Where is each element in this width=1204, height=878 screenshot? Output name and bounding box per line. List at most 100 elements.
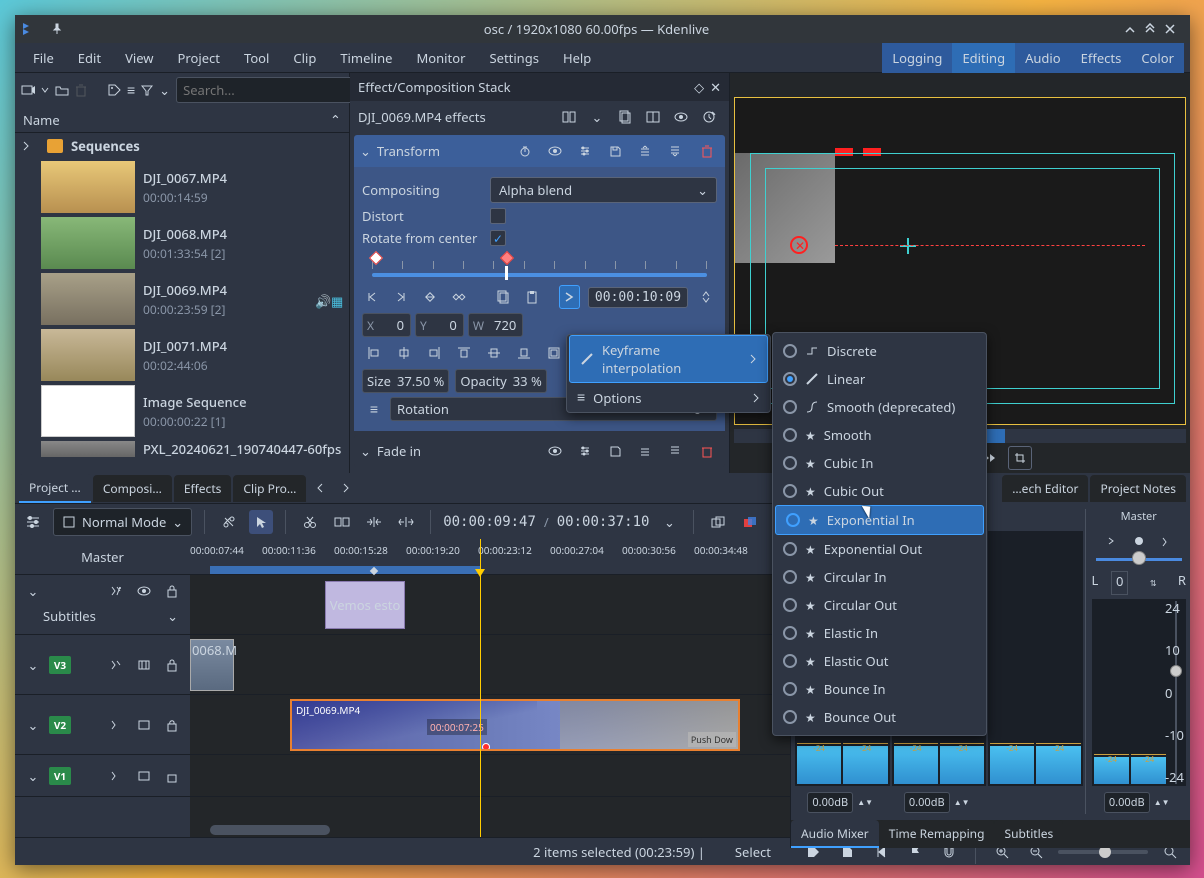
pin-icon[interactable] xyxy=(45,17,69,41)
align-left-icon[interactable] xyxy=(362,341,386,365)
align-bottom-icon[interactable] xyxy=(512,341,536,365)
tab-project-notes[interactable]: Project Notes xyxy=(1090,475,1186,502)
rotate-center-checkbox[interactable] xyxy=(490,230,506,246)
size-field[interactable]: Size 37.50 % xyxy=(362,369,449,393)
w-field[interactable]: W720 xyxy=(468,313,523,337)
move-down-icon[interactable] xyxy=(663,439,687,463)
align-hcenter-icon[interactable] xyxy=(392,341,416,365)
subtitle-clip[interactable]: Vemos esto xyxy=(325,581,405,629)
move-up-icon[interactable] xyxy=(633,439,657,463)
v3-badge[interactable]: V3 xyxy=(49,656,71,674)
db-spinner[interactable]: ▲▼ xyxy=(853,790,877,814)
layout-color[interactable]: Color xyxy=(1131,43,1184,73)
layout-logging[interactable]: Logging xyxy=(882,43,952,73)
pan-slider[interactable] xyxy=(1092,551,1187,569)
interp-circular-out[interactable]: Circular Out xyxy=(773,591,986,619)
transition-label[interactable]: Push Dow xyxy=(688,732,736,747)
add-folder-button[interactable] xyxy=(55,78,69,102)
spacer-in-icon[interactable] xyxy=(362,510,386,534)
track-header-master[interactable]: Master xyxy=(15,539,190,575)
interp-smooth[interactable]: Smooth xyxy=(773,421,986,449)
mix-icon[interactable] xyxy=(330,510,354,534)
tab-project-bin[interactable]: Project … xyxy=(19,474,91,503)
close-button[interactable] xyxy=(1164,23,1184,35)
film-icon[interactable] xyxy=(132,713,156,737)
zoom-slider[interactable] xyxy=(1058,850,1148,854)
menu-project[interactable]: Project xyxy=(166,45,232,71)
interp-elastic-out[interactable]: Elastic Out xyxy=(773,647,986,675)
crop-button[interactable] xyxy=(1008,446,1032,470)
color-overlay-icon[interactable] xyxy=(738,510,762,534)
interp-bounce-in[interactable]: Bounce In xyxy=(773,675,986,703)
tab-compositions[interactable]: Composi… xyxy=(93,475,172,502)
delete-effect-icon[interactable] xyxy=(695,439,719,463)
fx-icon[interactable] xyxy=(104,713,128,737)
overlay-icon[interactable] xyxy=(706,510,730,534)
interp-discrete[interactable]: Discrete xyxy=(773,337,986,365)
delete-clip-button[interactable] xyxy=(75,78,87,102)
add-clip-button[interactable] xyxy=(21,78,35,102)
distort-checkbox[interactable] xyxy=(490,208,506,224)
channel-fx-icon[interactable] xyxy=(1154,529,1178,553)
interp-cubic-in[interactable]: Cubic In xyxy=(773,449,986,477)
fx-icon[interactable] xyxy=(104,579,128,603)
interp-linear[interactable]: Linear xyxy=(773,365,986,393)
fadein-header[interactable]: ⌄ Fade in xyxy=(354,435,725,467)
timeline-playhead[interactable] xyxy=(480,539,481,837)
save-effect-icon[interactable] xyxy=(603,439,627,463)
fit-icon[interactable] xyxy=(542,341,566,365)
kf-timecode[interactable]: 00:00:10:09 xyxy=(588,287,688,308)
menu-clip[interactable]: Clip xyxy=(281,45,328,71)
remove-kf-button[interactable] xyxy=(420,285,441,309)
tab-effects[interactable]: Effects xyxy=(174,475,232,502)
film-icon[interactable] xyxy=(132,764,156,788)
fx-icon[interactable] xyxy=(104,653,128,677)
close-panel-icon[interactable]: ✕ xyxy=(710,78,721,96)
timecode-spinner[interactable] xyxy=(696,285,717,309)
bin-item[interactable]: Image Sequence 00:00:00:22 [1] xyxy=(15,383,349,439)
db-field[interactable]: 0.00dB xyxy=(807,792,853,813)
adjust-icon[interactable] xyxy=(573,439,597,463)
remove-all-kf-button[interactable] xyxy=(449,285,470,309)
channel-expand-icon[interactable] xyxy=(1100,529,1124,553)
interp-exponential-out[interactable]: Exponential Out xyxy=(773,535,986,563)
channel-mono-icon[interactable] xyxy=(1127,529,1151,553)
select-tool-icon[interactable] xyxy=(249,510,273,534)
timeline-current-tc[interactable]: 00:00:09:47 xyxy=(443,514,536,530)
menu-monitor[interactable]: Monitor xyxy=(404,45,477,71)
x-field[interactable]: X0 xyxy=(362,313,411,337)
split-view-icon[interactable] xyxy=(557,105,581,129)
rotation-menu-icon[interactable] xyxy=(362,397,386,421)
transform-header[interactable]: ⌄ Transform xyxy=(354,135,725,167)
bin-item[interactable]: PXL_20240621_190740447-60fps xyxy=(15,439,349,459)
detach-icon[interactable]: ◇ xyxy=(694,78,704,96)
db-spinner[interactable]: ▲▼ xyxy=(1150,790,1174,814)
interp-smooth-deprecated[interactable]: Smooth (deprecated) xyxy=(773,393,986,421)
adjust-icon[interactable] xyxy=(573,139,597,163)
tab-subtitles[interactable]: Subtitles xyxy=(994,820,1063,848)
expand-track-icon[interactable] xyxy=(21,713,45,737)
clip-v3[interactable]: 0068.M xyxy=(190,639,234,691)
expand-track-icon[interactable] xyxy=(21,579,45,603)
clip-v2[interactable]: DJI_0069.MP4 00:00:07:25 Push Dow xyxy=(290,699,740,751)
timeline-settings-icon[interactable] xyxy=(21,510,45,534)
v2-badge[interactable]: V2 xyxy=(49,716,71,734)
menu-file[interactable]: File xyxy=(21,45,66,71)
copy-effect-icon[interactable] xyxy=(613,105,637,129)
zone-range[interactable] xyxy=(210,566,480,574)
visibility-icon[interactable] xyxy=(543,439,567,463)
menu-view[interactable]: View xyxy=(113,45,165,71)
edit-mode-combo[interactable]: Normal Mode ⌄ xyxy=(53,508,192,536)
compare-icon[interactable] xyxy=(641,105,665,129)
tab-time-remapping[interactable]: Time Remapping xyxy=(879,820,995,848)
search-input[interactable] xyxy=(176,77,375,103)
cut-icon[interactable] xyxy=(298,510,322,534)
kf-playhead[interactable] xyxy=(505,266,508,280)
timecode-menu[interactable] xyxy=(657,510,681,534)
keyframe-slider[interactable] xyxy=(362,251,717,281)
volume-fader[interactable] xyxy=(1168,601,1184,784)
lock-icon[interactable] xyxy=(160,713,184,737)
interp-bounce-out[interactable]: Bounce Out xyxy=(773,703,986,731)
razor-tool-icon[interactable] xyxy=(217,510,241,534)
align-right-icon[interactable] xyxy=(422,341,446,365)
